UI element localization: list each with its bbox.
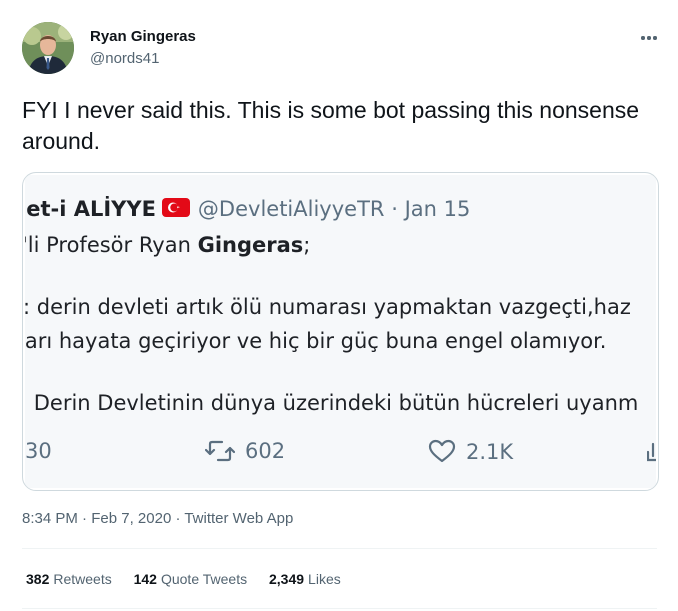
quoted-line-1-suffix: ; — [303, 233, 311, 257]
heart-icon — [428, 439, 456, 463]
tweet-date[interactable]: Feb 7, 2020 — [91, 510, 171, 527]
quoted-share-icon — [646, 439, 656, 463]
engagement-stats: 382 Retweets 142 Quote Tweets 2,349 Likes — [26, 571, 359, 587]
more-dot-icon — [653, 36, 657, 40]
quoted-image[interactable]: let-i ALİYYE @DevletiAliyyeTR · Jan 15 'l… — [22, 172, 659, 491]
quoted-replies: 30 — [25, 439, 52, 463]
quoted-separator: · — [391, 197, 398, 221]
profile-photo-icon — [22, 22, 74, 74]
quoted-likes: 2.1K — [428, 439, 513, 464]
quoted-line-3: ları hayata geçiriyor ve hiç bir güç bun… — [25, 329, 607, 353]
quoted-likes-count: 2.1K — [466, 440, 514, 464]
retweets-stat[interactable]: 382 Retweets — [26, 571, 112, 587]
tweet-meta: 8:34 PM · Feb 7, 2020 · Twitter Web App — [22, 510, 293, 527]
meta-separator: · — [77, 510, 92, 527]
quoted-retweets-count: 602 — [245, 439, 286, 463]
quoted-replies-count: 30 — [25, 439, 52, 463]
quoted-line-4: : Derin Devletinin dünya üzerindeki bütü… — [25, 391, 639, 415]
retweets-count: 382 — [26, 571, 50, 587]
more-options-button[interactable] — [636, 26, 662, 50]
tweet-text: FYI I never said this. This is some bot … — [22, 97, 640, 154]
avatar[interactable] — [22, 22, 74, 74]
likes-stat[interactable]: 2,349 Likes — [269, 571, 341, 587]
quoted-date: Jan 15 — [404, 197, 471, 221]
tweet-time[interactable]: 8:34 PM — [22, 510, 78, 527]
quote-tweets-label: Quote Tweets — [160, 571, 248, 587]
quoted-line-1-bold: Gingeras — [197, 233, 304, 257]
quoted-handle: @DevletiAliyyeTR — [197, 197, 385, 221]
quote-tweets-stat[interactable]: 142 Quote Tweets — [134, 571, 248, 587]
quoted-retweets: 602 — [204, 439, 286, 463]
quoted-line-1: 'li Profesör Ryan Gingeras; — [25, 233, 310, 257]
likes-label: Likes — [308, 571, 341, 587]
quoted-name: let-i ALİYYE — [25, 197, 156, 221]
retweets-label: Retweets — [53, 571, 112, 587]
quoted-line-1-prefix: 'li Profesör Ryan — [25, 233, 198, 257]
divider — [22, 548, 657, 549]
quoted-line-2: : derin devleti artık ölü numarası yapma… — [25, 295, 631, 319]
likes-count: 2,349 — [269, 571, 305, 587]
quoted-header: let-i ALİYYE @DevletiAliyyeTR · Jan 15 — [25, 197, 470, 221]
turkey-flag-icon — [161, 198, 190, 217]
meta-separator: · — [171, 510, 185, 527]
tweet: Ryan Gingeras @nords41 FYI I never said … — [0, 0, 678, 611]
divider — [22, 608, 657, 609]
author-display-name[interactable]: Ryan Gingeras — [90, 28, 196, 45]
quote-tweets-count: 142 — [133, 571, 157, 587]
tweet-source[interactable]: Twitter Web App — [184, 510, 293, 527]
more-dot-icon — [647, 36, 651, 40]
more-dot-icon — [641, 36, 645, 40]
author-handle[interactable]: @nords41 — [90, 50, 159, 67]
retweet-icon — [204, 440, 236, 462]
screenshot-image: let-i ALİYYE @DevletiAliyyeTR · Jan 15 'l… — [25, 175, 656, 488]
